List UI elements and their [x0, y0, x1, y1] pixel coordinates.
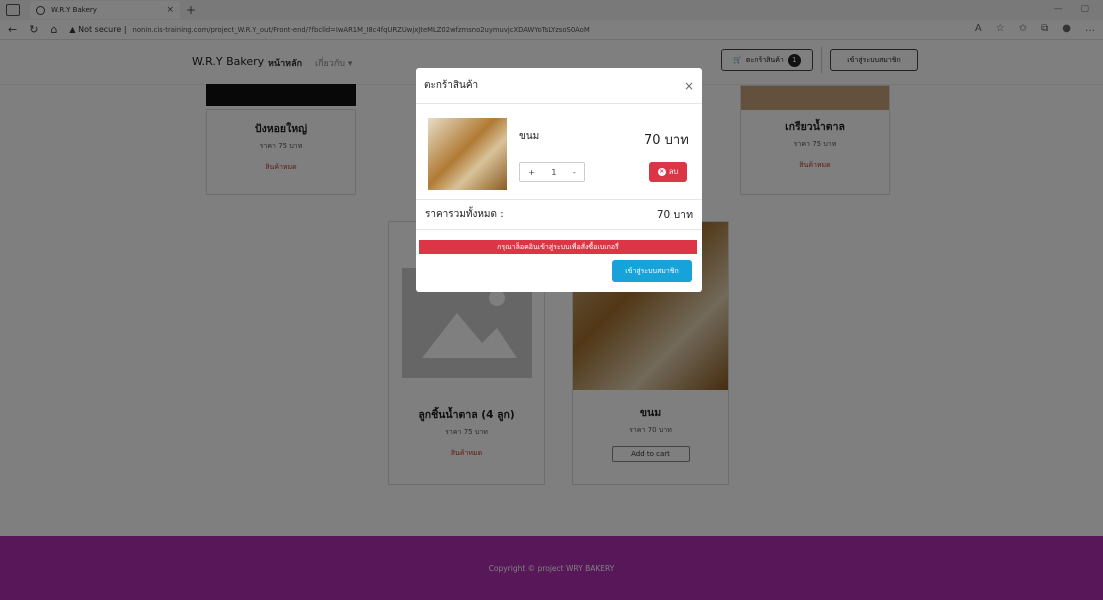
item-name: ขนม	[519, 131, 540, 142]
delete-icon: ×	[657, 168, 666, 176]
total-value: 70 บาท	[656, 209, 693, 221]
increase-button[interactable]: +	[528, 168, 535, 177]
modal-header: ตะกร้าสินค้า ×	[416, 68, 702, 104]
quantity-stepper[interactable]: + 1 -	[519, 162, 585, 182]
delete-label: ลบ	[668, 167, 679, 176]
close-icon[interactable]: ×	[684, 79, 694, 93]
cart-modal: ตะกร้าสินค้า × ขนม 70 บาท + 1 - × ลบ ราค…	[416, 68, 702, 292]
quantity-value[interactable]: 1	[551, 168, 556, 177]
total-label: ราคารวมทั้งหมด :	[425, 209, 504, 220]
delete-button[interactable]: × ลบ	[649, 162, 687, 182]
modal-title: ตะกร้าสินค้า	[424, 80, 479, 91]
item-price: 70 บาท	[644, 133, 689, 148]
login-alert: กรุณาล็อคอินเข้าสู่ระบบเพื่อสั่งซื้อเบเก…	[419, 240, 697, 254]
member-login-button[interactable]: เข้าสู่ระบบสมาชิก	[612, 260, 692, 282]
cart-item: ขนม 70 บาท + 1 - × ลบ	[416, 104, 702, 200]
item-image	[428, 118, 507, 190]
decrease-button[interactable]: -	[573, 168, 576, 177]
total-row: ราคารวมทั้งหมด : 70 บาท	[416, 200, 702, 230]
